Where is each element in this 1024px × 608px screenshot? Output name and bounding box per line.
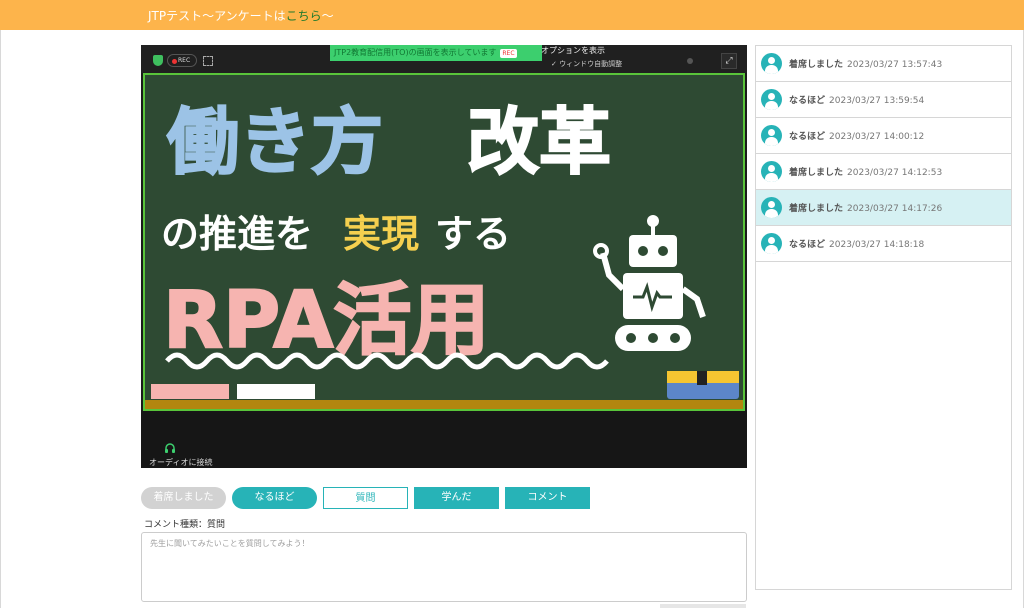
headphones-icon[interactable] <box>164 442 176 454</box>
comment-button[interactable]: コメント <box>505 487 590 509</box>
log-entry-text: なるほど 2023/03/27 13:59:54 <box>789 93 924 106</box>
log-kind: なるほど <box>789 240 826 250</box>
log-timestamp: 2023/03/27 14:17:26 <box>847 204 943 214</box>
user-avatar-icon <box>761 161 782 182</box>
view-options-menu[interactable]: オプションを表示 <box>541 45 605 56</box>
status-dot-icon <box>687 58 693 64</box>
question-button[interactable]: 質問 <box>323 487 408 509</box>
slide-line1-blue: 働き方 <box>167 100 383 184</box>
log-entry-text: なるほど 2023/03/27 14:00:12 <box>789 129 924 142</box>
log-item: 着席しました 2023/03/27 14:17:26 <box>756 190 1011 226</box>
log-timestamp: 2023/03/27 14:18:18 <box>829 240 925 250</box>
grid-view-icon[interactable] <box>203 56 213 66</box>
rec-badge: REC <box>167 54 197 67</box>
slide-chalkboard: 働き方 改革 の推進を 実現 する RPA活用 <box>143 73 745 411</box>
log-entry-text: なるほど 2023/03/27 14:18:18 <box>789 237 924 250</box>
log-timestamp: 2023/03/27 13:59:54 <box>829 96 925 106</box>
comment-input[interactable] <box>141 532 747 602</box>
eraser-clip <box>697 371 707 385</box>
user-avatar-icon <box>761 125 782 146</box>
log-timestamp: 2023/03/27 14:12:53 <box>847 168 943 178</box>
log-item: なるほど 2023/03/27 14:18:18 <box>756 226 1011 262</box>
audio-connect-label[interactable]: オーディオに接続 <box>149 457 212 468</box>
log-item: 着席しました 2023/03/27 14:12:53 <box>756 154 1011 190</box>
user-avatar-icon <box>761 233 782 254</box>
attend-button[interactable]: 着席しました <box>141 487 226 509</box>
page-title: JTPテスト～アンケートはこちら～ <box>148 7 334 24</box>
learned-button[interactable]: 学んだ <box>414 487 499 509</box>
auto-adjust-option[interactable]: ✓ ウィンドウ自動調整 <box>551 59 622 69</box>
log-entry-text: 着席しました 2023/03/27 13:57:43 <box>789 57 942 70</box>
video-control-strip <box>141 411 747 468</box>
shield-icon <box>153 55 163 66</box>
slide-artwork: 働き方 改革 の推進を 実現 する RPA活用 <box>145 99 743 409</box>
title-suffix: ～ <box>321 9 334 23</box>
log-entry-text: 着席しました 2023/03/27 14:17:26 <box>789 201 942 214</box>
log-item: 着席しました 2023/03/27 13:57:43 <box>756 46 1011 82</box>
log-kind: 着席しました <box>789 204 844 214</box>
title-prefix: JTPテスト～アンケートは <box>148 9 286 23</box>
top-header-bar: JTPテスト～アンケートはこちら～ <box>0 0 1024 30</box>
survey-link[interactable]: こちら <box>286 9 322 23</box>
user-avatar-icon <box>761 53 782 74</box>
slide-line3-pink: RPA活用 <box>163 276 489 366</box>
slide-line2-a: の推進を <box>161 212 313 256</box>
share-rec-chip: REC <box>500 49 517 58</box>
slide-line2-c: する <box>435 212 511 256</box>
log-kind: なるほど <box>789 96 826 106</box>
log-kind: 着席しました <box>789 168 844 178</box>
user-avatar-icon <box>761 89 782 110</box>
robot-icon <box>593 215 706 351</box>
slide-line2-yellow: 実現 <box>343 212 419 256</box>
chalk-ledge <box>145 400 743 409</box>
log-item: なるほど 2023/03/27 14:00:12 <box>756 118 1011 154</box>
comment-type-label: コメント種類：質問 <box>144 520 226 530</box>
scroll-indicator <box>660 604 746 608</box>
log-timestamp: 2023/03/27 13:57:43 <box>847 60 943 70</box>
share-banner: JTP2教育配信用(TO)の画面を表示しています REC <box>330 45 542 61</box>
log-entry-text: 着席しました 2023/03/27 14:12:53 <box>789 165 942 178</box>
white-chalk <box>237 384 315 399</box>
log-kind: なるほど <box>789 132 826 142</box>
video-player[interactable]: REC JTP2教育配信用(TO)の画面を表示しています REC オプションを表示… <box>141 45 747 468</box>
log-kind: 着席しました <box>789 60 844 70</box>
user-avatar-icon <box>761 197 782 218</box>
fullscreen-icon[interactable]: ⤢ <box>721 53 737 69</box>
reaction-log-panel: 着席しました 2023/03/27 13:57:43 なるほど 2023/03/27 … <box>755 45 1012 590</box>
video-status-bar: REC JTP2教育配信用(TO)の画面を表示しています REC オプションを表示… <box>141 45 747 73</box>
slide-line1-white: 改革 <box>467 100 611 184</box>
naruhodo-button[interactable]: なるほど <box>232 487 317 509</box>
pink-chalk <box>151 384 229 399</box>
share-banner-text: JTP2教育配信用(TO)の画面を表示しています <box>334 48 497 57</box>
log-item: なるほど 2023/03/27 13:59:54 <box>756 82 1011 118</box>
log-timestamp: 2023/03/27 14:00:12 <box>829 132 925 142</box>
